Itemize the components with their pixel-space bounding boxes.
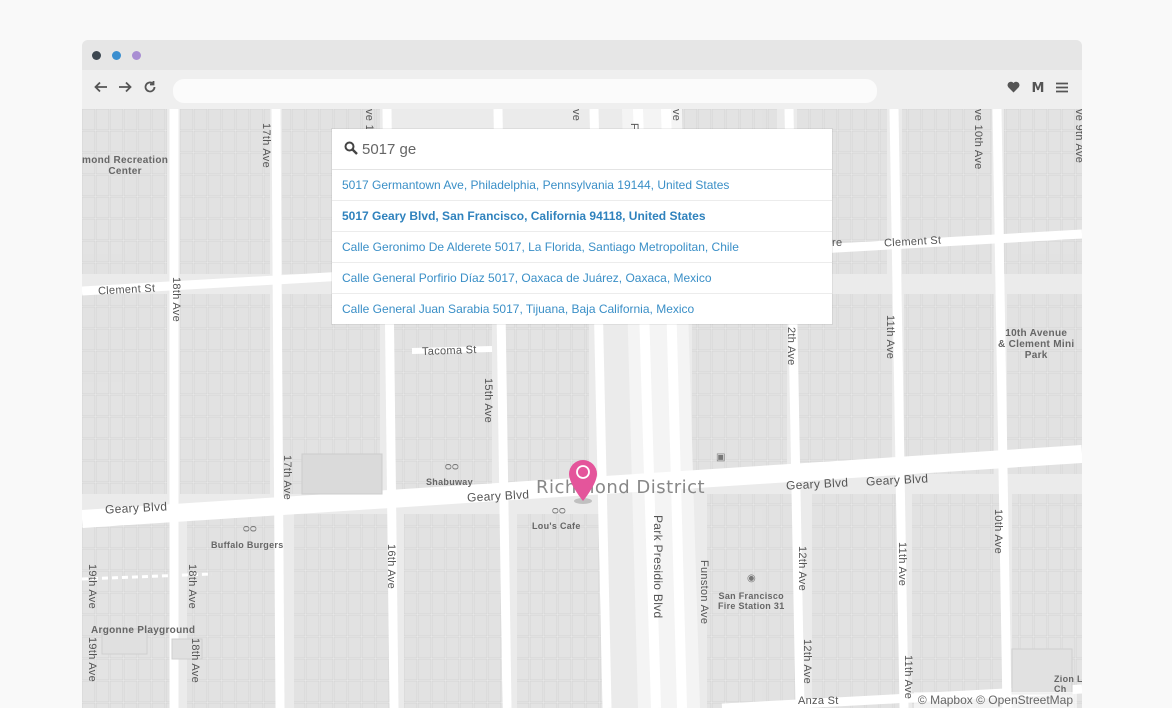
street-label-18th-ave-mid: 18th Ave [186,564,198,610]
poi-fire-station: San Francisco Fire Station 31 [718,591,785,611]
street-label-12th-ave-top: 2th Ave [785,327,797,366]
reload-icon[interactable] [141,80,159,98]
street-label-10th-ave-mid: 10th Ave [992,509,1004,555]
street-label-10th-ave-top: ve 10th Ave [972,109,984,170]
street-label-anza: Anza St [798,695,839,707]
map-attribution[interactable]: © Mapbox © OpenStreetMap [913,692,1077,708]
map-canvas[interactable]: 17th Ave 17th Ave 18th Ave 18th Ave 18th… [82,109,1082,708]
address-bar[interactable] [173,79,877,103]
browser-window: M 17th Ave 17th Ave 18th Ave 18th Ave 18… [82,40,1082,708]
geocoder-panel: 5017 Germantown Ave, Philadelphia, Penns… [332,129,832,324]
fire-station-icon: ◉ [747,573,757,584]
poi-shabuway: Shabuway [426,477,473,487]
street-label-top-ave-2: ve [570,109,582,122]
search-input[interactable] [362,135,802,163]
browser-toolbar: M [82,70,1082,110]
street-label-11th-ave-top: 11th Ave [884,315,896,360]
street-label-19th-ave-mid: 19th Ave [86,564,98,610]
poi-buffalo-burgers: Buffalo Burgers [211,540,284,550]
street-label-18th-ave-top: 18th Ave [170,277,182,323]
location-marker-icon[interactable] [566,457,600,507]
window-dot-maximize[interactable] [132,51,141,60]
street-label-funston: Funston Ave [698,560,710,625]
restaurant-icon-buffalo: ᴑᴑ [243,523,257,535]
district-label: Richmond District [536,477,706,498]
suggestion-item[interactable]: Calle General Porfirio Díaz 5017, Oaxaca… [332,263,832,294]
street-label-17th-ave-mid: 17th Ave [281,455,293,501]
fuel-icon: ▣ [716,452,726,463]
street-label-clement-tr: re [832,237,843,249]
title-bar [82,40,1082,70]
street-label-17th-ave-top: 17th Ave [260,123,272,169]
street-label-12th-ave-bot: 12th Ave [801,639,813,685]
street-label-19th-ave-bot: 19th Ave [86,637,98,683]
restaurant-icon-lous: ᴑᴑ [552,505,566,517]
street-label-top-ave-3: ve [670,109,682,122]
suggestion-item-active[interactable]: 5017 Geary Blvd, San Francisco, Californ… [332,201,832,232]
suggestion-item[interactable]: Calle General Juan Sarabia 5017, Tijuana… [332,294,832,324]
restaurant-icon-shabuway: ᴑᴑ [445,461,459,473]
forward-arrow-icon[interactable] [116,80,134,98]
poi-argonne-playground: Argonne Playground [91,625,196,636]
street-label-15th-ave: 15th Ave [482,378,494,424]
street-label-11th-ave-bot: 11th Ave [902,655,914,700]
poi-recreation-center: mond Recreation Center [82,155,169,177]
street-label-tacoma: Tacoma St [421,344,477,358]
window-dot-minimize[interactable] [112,51,121,60]
suggestion-list: 5017 Germantown Ave, Philadelphia, Penns… [332,170,832,324]
back-arrow-icon[interactable] [92,80,110,98]
m-logo-icon[interactable]: M [1029,80,1047,98]
street-label-park-presidio: Park Presidio Blvd [651,515,665,619]
search-icon [344,141,358,155]
suggestion-item[interactable]: Calle Geronimo De Alderete 5017, La Flor… [332,232,832,263]
street-label-16th-ave: 16th Ave [385,544,397,590]
poi-zion: Zion L Ch [1054,674,1082,694]
street-label-9th-ave-top: ve 9th Ave [1073,109,1082,164]
street-label-12th-ave-mid: 12th Ave [796,546,808,592]
heart-icon[interactable] [1004,80,1022,98]
menu-icon[interactable] [1053,80,1071,98]
suggestion-item[interactable]: 5017 Germantown Ave, Philadelphia, Penns… [332,170,832,201]
poi-clement-mini-park: 10th Avenue & Clement Mini Park [998,328,1075,361]
poi-lous-cafe: Lou's Cafe [532,521,581,531]
street-label-18th-ave-bot: 18th Ave [189,638,201,684]
search-row [332,129,832,170]
street-label-top-ave-1: ve 1 [363,109,375,131]
window-dot-close[interactable] [92,51,101,60]
street-label-11th-ave-mid: 11th Ave [896,542,908,587]
